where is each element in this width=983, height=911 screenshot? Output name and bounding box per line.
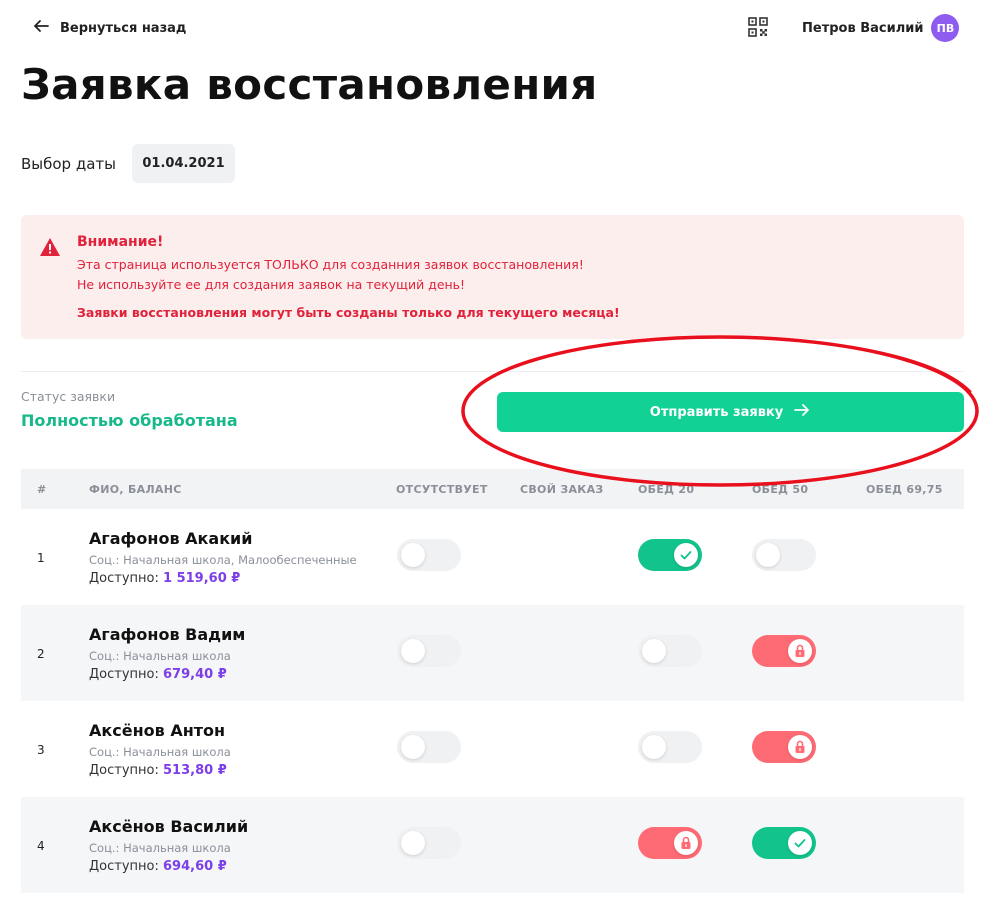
toggle-knob (788, 735, 812, 759)
toggle-lunch-2[interactable] (752, 539, 816, 571)
lock-icon (795, 740, 805, 753)
warning-icon (40, 238, 60, 256)
toggle-lunch-1[interactable] (638, 539, 702, 571)
status-value: Полностью обработана (21, 411, 238, 430)
toggle-lunch-2[interactable] (752, 635, 816, 667)
student-name: Аксёнов Антон (89, 721, 226, 740)
toggle-lunch-2[interactable] (752, 827, 816, 859)
table-row: 2 Агафонов Вадим Соц.: Начальная школа Д… (21, 605, 964, 701)
row-number: 2 (37, 647, 45, 661)
balance-label: Доступно: (89, 667, 159, 682)
alert-line-2: Не используйте ее для создания заявок на… (77, 277, 466, 292)
toggle-absent[interactable] (397, 827, 461, 859)
student-name: Агафонов Вадим (89, 625, 246, 644)
toggle-lunch-1[interactable] (638, 635, 702, 667)
page-title: Заявка восстановления (21, 60, 598, 109)
table-row: 3 Аксёнов Антон Соц.: Начальная школа До… (21, 701, 964, 797)
toggle-knob (642, 735, 666, 759)
table-row: 4 Аксёнов Василий Соц.: Начальная школа … (21, 797, 964, 893)
user-name: Петров Василий (802, 20, 924, 36)
balance-label: Доступно: (89, 859, 159, 874)
table-header: # ФИО, БАЛАНС ОТСУТСТВУЕТ СВОЙ ЗАКАЗ ОБЕ… (21, 469, 964, 509)
back-label: Вернуться назад (60, 20, 187, 36)
student-name: Аксёнов Василий (89, 817, 249, 836)
col-lunch-1: ОБЕД 20 (638, 483, 695, 496)
balance-value: 1 519,60 ₽ (163, 571, 241, 586)
lock-icon (795, 644, 805, 657)
student-balance: Доступно: 1 519,60 ₽ (89, 571, 240, 586)
student-social: Соц.: Начальная школа, Малообеспеченные (89, 553, 357, 567)
top-bar: Вернуться назад Петров Василий ПВ (0, 0, 983, 56)
col-lunch-2: ОБЕД 50 (752, 483, 809, 496)
divider (21, 371, 964, 372)
balance-label: Доступно: (89, 763, 159, 778)
qr-code-icon[interactable] (748, 17, 768, 37)
alert-title: Внимание! (77, 234, 164, 250)
student-balance: Доступно: 679,40 ₽ (89, 667, 227, 682)
submit-request-button[interactable]: Отправить заявку (497, 392, 964, 432)
toggle-absent[interactable] (397, 539, 461, 571)
toggle-absent[interactable] (397, 731, 461, 763)
toggle-knob (788, 831, 812, 855)
toggle-knob (788, 639, 812, 663)
arrow-left-icon (32, 17, 50, 39)
toggle-knob (642, 639, 666, 663)
balance-value: 694,60 ₽ (163, 859, 227, 874)
balance-value: 679,40 ₽ (163, 667, 227, 682)
arrow-right-icon (793, 401, 811, 423)
row-number: 4 (37, 839, 45, 853)
status-caption: Статус заявки (21, 389, 116, 404)
back-link[interactable]: Вернуться назад (32, 17, 186, 39)
warning-alert: Внимание! Эта страница используется ТОЛЬ… (21, 215, 964, 339)
student-social: Соц.: Начальная школа (89, 841, 231, 855)
col-own-order: СВОЙ ЗАКАЗ (520, 483, 604, 496)
toggle-knob (674, 543, 698, 567)
toggle-knob (674, 831, 698, 855)
toggle-knob (401, 639, 425, 663)
student-balance: Доступно: 694,60 ₽ (89, 859, 227, 874)
toggle-knob (401, 831, 425, 855)
student-social: Соц.: Начальная школа (89, 745, 231, 759)
submit-label: Отправить заявку (649, 404, 784, 420)
student-name: Агафонов Акакий (89, 529, 253, 548)
date-label: Выбор даты (21, 154, 116, 173)
toggle-knob (756, 543, 780, 567)
lock-icon (681, 836, 691, 849)
toggle-lunch-1[interactable] (638, 827, 702, 859)
balance-label: Доступно: (89, 571, 159, 586)
col-lunch-3: ОБЕД 69,75 (866, 483, 943, 496)
col-absent: ОТСУТСТВУЕТ (396, 483, 488, 496)
col-name: ФИО, БАЛАНС (89, 483, 182, 496)
checkmark-icon (794, 839, 806, 848)
date-selector: Выбор даты 01.04.2021 (21, 144, 235, 183)
alert-line-1: Эта страница используется ТОЛЬКО для соз… (77, 257, 584, 272)
toggle-lunch-2[interactable] (752, 731, 816, 763)
avatar: ПВ (931, 14, 960, 42)
alert-line-3: Заявки восстановления могут быть созданы… (77, 305, 620, 320)
balance-value: 513,80 ₽ (163, 763, 227, 778)
toggle-knob (401, 735, 425, 759)
toggle-absent[interactable] (397, 635, 461, 667)
table-row: 1 Агафонов Акакий Соц.: Начальная школа,… (21, 509, 964, 605)
row-number: 1 (37, 551, 45, 565)
toggle-lunch-1[interactable] (638, 731, 702, 763)
date-input[interactable]: 01.04.2021 (132, 144, 235, 183)
checkmark-icon (680, 551, 692, 560)
col-num: # (37, 483, 47, 496)
toggle-knob (401, 543, 425, 567)
student-balance: Доступно: 513,80 ₽ (89, 763, 227, 778)
row-number: 3 (37, 743, 45, 757)
student-social: Соц.: Начальная школа (89, 649, 231, 663)
user-menu[interactable]: Петров Василий ПВ (802, 14, 960, 42)
